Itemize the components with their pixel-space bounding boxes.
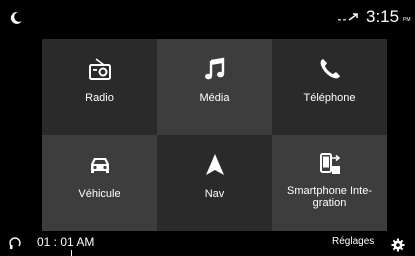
tile-nav[interactable]: Nav: [157, 135, 272, 231]
moon-icon[interactable]: [9, 11, 23, 25]
bottom-clock: 01 : 01 AM: [37, 235, 95, 249]
infotainment-screen: 3:15 PM Radio Média Téléphone Véhicule N…: [0, 0, 415, 256]
status-clock: 3:15: [366, 7, 400, 26]
status-ampm: PM: [403, 17, 411, 23]
phone-icon: [320, 59, 340, 79]
radio-icon: [88, 58, 111, 80]
navigation-arrow-icon: [205, 154, 224, 175]
smartphone-projection-icon: [319, 153, 340, 174]
car-icon: [90, 158, 109, 173]
tile-smartphone-integration-label: Smartphone Inte- gration: [287, 185, 372, 209]
settings-label[interactable]: Réglages: [332, 236, 374, 248]
tile-phone-label: Téléphone: [303, 92, 356, 104]
tile-vehicle-label: Véhicule: [78, 188, 121, 200]
tile-media-label: Média: [199, 92, 230, 104]
bluetooth-audio-icon[interactable]: [9, 236, 21, 250]
tile-phone[interactable]: Téléphone: [272, 39, 387, 135]
cursor-marker: [71, 250, 72, 256]
signal-icon: [338, 13, 358, 21]
app-grid: Radio Média Téléphone Véhicule Nav Smart…: [42, 39, 387, 231]
tile-media[interactable]: Média: [157, 39, 272, 135]
music-note-icon: [204, 57, 224, 80]
tile-nav-label: Nav: [204, 188, 225, 200]
tile-radio[interactable]: Radio: [42, 39, 157, 135]
tile-smartphone-integration[interactable]: Smartphone Inte- gration: [272, 135, 387, 231]
tile-vehicle[interactable]: Véhicule: [42, 135, 157, 231]
tile-radio-label: Radio: [85, 92, 114, 104]
gear-icon[interactable]: [391, 238, 405, 252]
